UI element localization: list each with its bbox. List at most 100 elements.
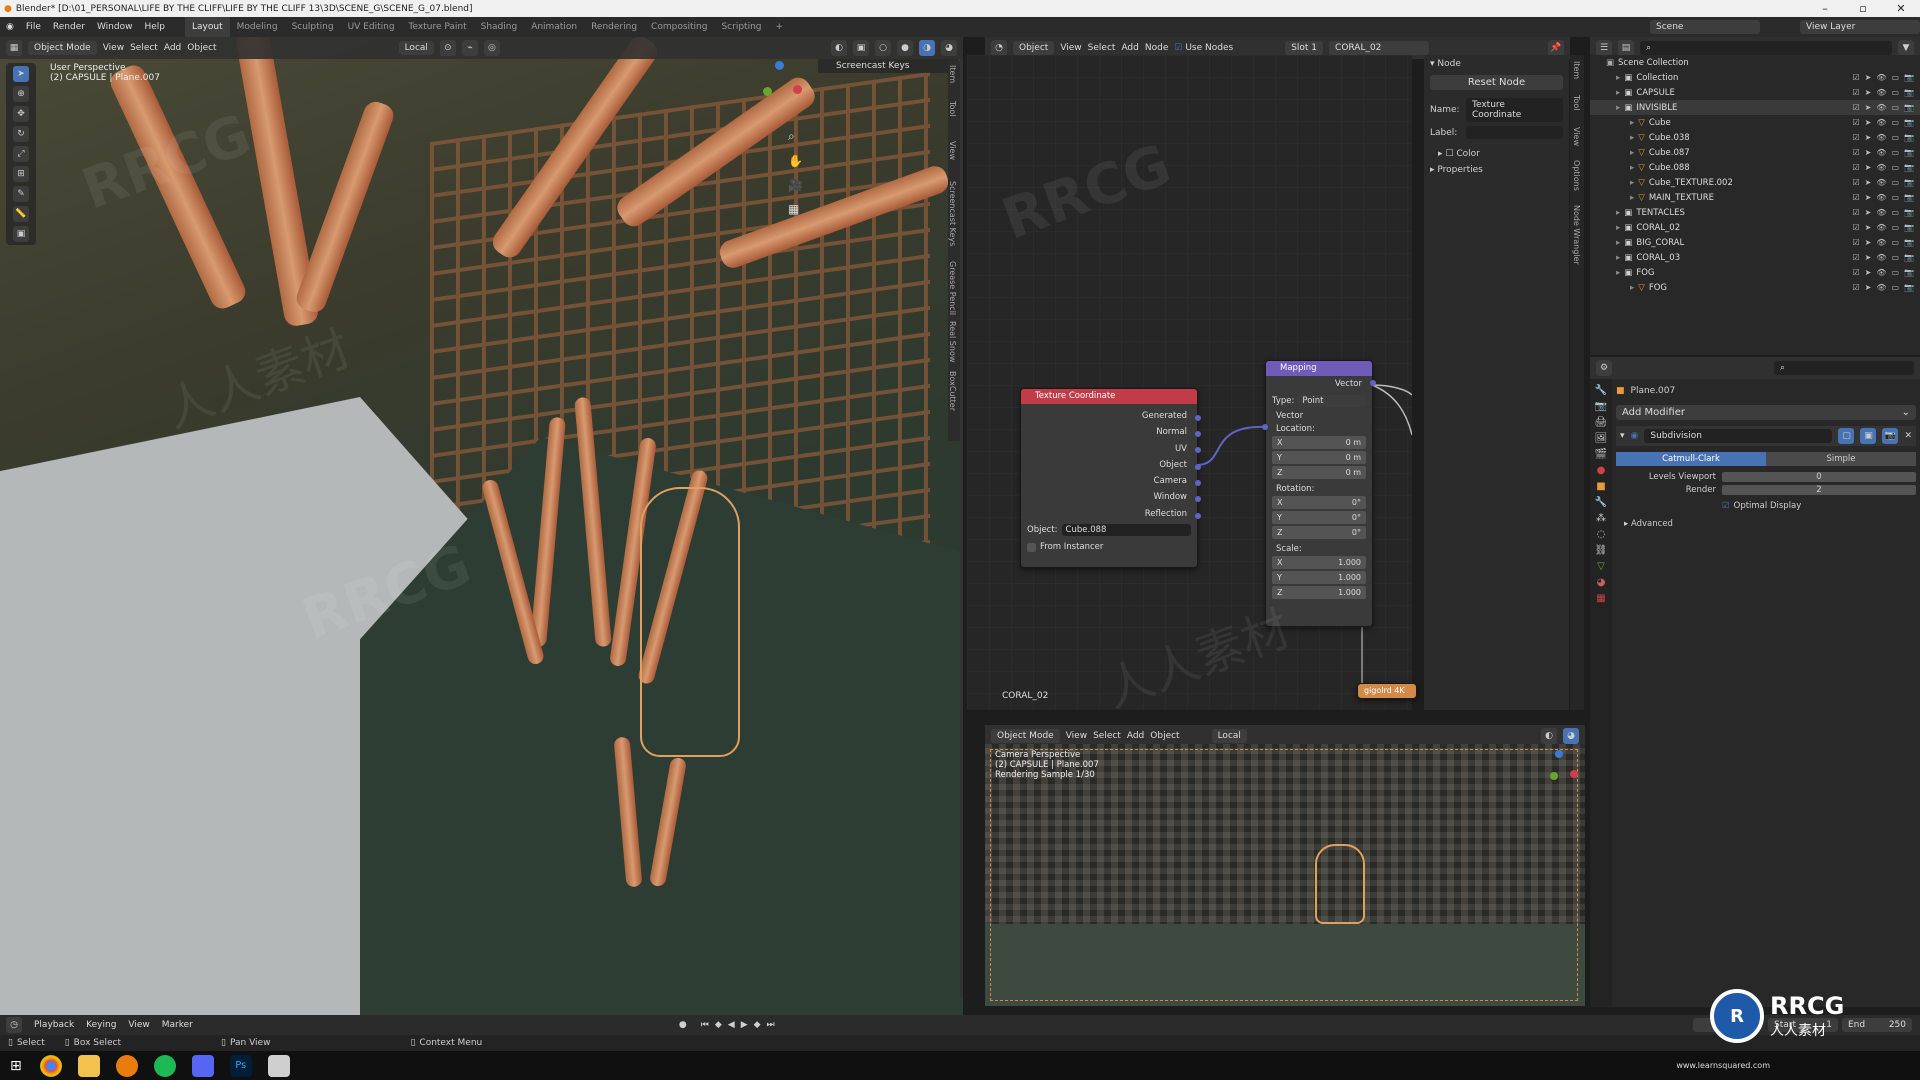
outliner-item[interactable]: ▸ ▽ Cube_TEXTURE.002 ☑ ➤ 👁 ▭ 📷 <box>1590 175 1920 190</box>
next-key-icon[interactable]: ◆ <box>754 1020 761 1030</box>
select-arrow-icon[interactable]: ➤ <box>1865 208 1872 217</box>
socket[interactable] <box>1370 380 1376 386</box>
jump-end-icon[interactable]: ⏭ <box>767 1020 775 1030</box>
outliner-item[interactable]: ▸ ▽ Cube.088 ☑ ➤ 👁 ▭ 📷 <box>1590 160 1920 175</box>
texture-coordinate-node[interactable]: Texture Coordinate Generated Normal UV O… <box>1020 388 1201 568</box>
world-tab-icon[interactable]: ● <box>1597 465 1606 476</box>
physics-tab-icon[interactable]: ◌ <box>1597 529 1606 540</box>
node-tab-options[interactable]: Options <box>1572 160 1581 191</box>
particles-tab-icon[interactable]: ⁂ <box>1596 513 1606 524</box>
minimize-button[interactable]: – <box>1806 2 1844 15</box>
camera-viewport[interactable]: Camera Perspective (2) CAPSULE | Plane.0… <box>985 744 1585 1006</box>
eye-icon[interactable]: 👁 <box>1876 103 1886 112</box>
advanced-subpanel[interactable]: ▸ Advanced <box>1616 519 1916 529</box>
node-tab-item[interactable]: Item <box>1572 61 1581 79</box>
scene-selector[interactable]: Scene <box>1650 20 1760 34</box>
pan-hand-icon[interactable]: ✋ <box>788 154 803 168</box>
x-axis-icon[interactable] <box>793 85 802 94</box>
node-name-field[interactable]: Texture Coordinate <box>1466 98 1563 122</box>
viewport-3d[interactable]: User Perspective (2) CAPSULE | Plane.007… <box>0 37 963 1015</box>
exclude-checkbox-icon[interactable]: ☑ <box>1852 163 1859 172</box>
play-icon[interactable]: ▶ <box>741 1020 748 1030</box>
socket[interactable] <box>1195 480 1201 486</box>
windows-start-icon[interactable]: ⊞ <box>10 1058 22 1074</box>
select-arrow-icon[interactable]: ➤ <box>1865 133 1872 142</box>
exclude-checkbox-icon[interactable]: ☑ <box>1852 73 1859 82</box>
camera-render-icon[interactable]: 📷 <box>1904 178 1914 187</box>
y-axis-icon[interactable] <box>763 87 772 96</box>
outliner-type-icon[interactable]: ☰ <box>1596 40 1612 56</box>
screencast-keys-panel[interactable]: Screencast Keys <box>818 59 958 73</box>
select-arrow-icon[interactable]: ➤ <box>1865 253 1872 262</box>
tab-item[interactable]: Item <box>948 65 957 83</box>
modifier-tab-icon[interactable]: 🔧 <box>1595 497 1607 508</box>
preview-range-icon[interactable]: ◷ <box>1754 1020 1762 1030</box>
monitor-icon[interactable]: ▭ <box>1891 208 1899 217</box>
menu-help[interactable]: Help <box>138 22 171 32</box>
rendered-shading-icon[interactable]: ◕ <box>941 40 957 56</box>
eye-icon[interactable]: 👁 <box>1876 253 1886 262</box>
render-toggle-icon[interactable]: 📷 <box>1882 428 1899 444</box>
outliner-item[interactable]: ▸ ▽ Cube.038 ☑ ➤ 👁 ▭ 📷 <box>1590 130 1920 145</box>
eye-icon[interactable]: 👁 <box>1876 193 1886 202</box>
exclude-checkbox-icon[interactable]: ☑ <box>1852 88 1859 97</box>
expand-arrow-icon[interactable]: ▸ <box>1616 208 1620 218</box>
eye-icon[interactable]: 👁 <box>1876 148 1886 157</box>
location-x-field[interactable]: X0 m <box>1272 436 1366 449</box>
outliner-item[interactable]: ▸ ▽ Cube ☑ ➤ 👁 ▭ 📷 <box>1590 115 1920 130</box>
exclude-checkbox-icon[interactable]: ☑ <box>1852 283 1859 292</box>
exclude-checkbox-icon[interactable]: ☑ <box>1852 118 1859 127</box>
viewport-menu-object[interactable]: Object <box>187 43 216 53</box>
camera-render-icon[interactable]: 📷 <box>1904 238 1914 247</box>
object-name[interactable]: Plane.007 <box>1631 386 1676 396</box>
camera-mode-selector[interactable]: Object Mode <box>991 729 1060 743</box>
add-cube-tool-icon[interactable]: ▣ <box>13 226 29 242</box>
camera-orientation-selector[interactable]: Local <box>1211 729 1247 743</box>
modifier-name-field[interactable]: Subdivision <box>1644 429 1833 443</box>
scene-tab-icon[interactable]: 🎬 <box>1595 449 1607 460</box>
add-modifier-button[interactable]: Add Modifier ⌄ <box>1616 405 1916 420</box>
tool-tab-icon[interactable]: 🔧 <box>1595 385 1607 396</box>
outliner-item[interactable]: ▸ ▣ INVISIBLE ☑ ➤ 👁 ▭ 📷 <box>1590 100 1920 115</box>
select-tool-icon[interactable]: ➤ <box>13 66 29 82</box>
node-menu-select[interactable]: Select <box>1088 43 1116 53</box>
rotate-tool-icon[interactable]: ↻ <box>13 126 29 142</box>
solid-shading-icon[interactable]: ● <box>897 40 913 56</box>
render-levels-field[interactable]: 2 <box>1722 485 1916 495</box>
scale-y-field[interactable]: Y 1.000 <box>1272 571 1366 584</box>
expand-arrow-icon[interactable]: ▸ <box>1616 268 1620 278</box>
chrome-icon[interactable] <box>39 1054 62 1077</box>
tab-tool[interactable]: Tool <box>948 101 957 117</box>
select-arrow-icon[interactable]: ➤ <box>1865 283 1872 292</box>
output-tab-icon[interactable]: 🖨 <box>1595 417 1608 428</box>
expand-arrow-icon[interactable]: ▸ <box>1630 193 1634 203</box>
expand-arrow-icon[interactable]: ▸ <box>1630 163 1634 173</box>
image-texture-node[interactable]: gigolrd 4K <box>1357 683 1417 699</box>
properties-type-icon[interactable]: ⚙ <box>1596 360 1612 376</box>
select-arrow-icon[interactable]: ➤ <box>1865 238 1872 247</box>
edit-mode-toggle-icon[interactable]: ▢ <box>1838 428 1855 444</box>
orientation-selector[interactable]: Local <box>398 41 434 55</box>
node-editor-canvas[interactable]: Texture Coordinate Generated Normal UV O… <box>967 55 1417 710</box>
transform-tool-icon[interactable]: ⊞ <box>13 166 29 182</box>
wireframe-shading-icon[interactable]: ○ <box>875 40 891 56</box>
camera-menu-view[interactable]: View <box>1066 731 1087 741</box>
location-y-field[interactable]: Y0 m <box>1272 451 1366 464</box>
tab-uv-editing[interactable]: UV Editing <box>341 17 402 37</box>
outliner-search-input[interactable]: ⌕ <box>1640 41 1892 55</box>
simple-button[interactable]: Simple <box>1766 452 1916 466</box>
viewport-menu-add[interactable]: Add <box>164 43 181 53</box>
outliner-item[interactable]: ▸ ▣ FOG ☑ ➤ 👁 ▭ 📷 <box>1590 265 1920 280</box>
monitor-icon[interactable]: ▭ <box>1891 163 1899 172</box>
outliner-item[interactable]: ▸ ▣ Collection ☑ ➤ 👁 ▭ 📷 <box>1590 70 1920 85</box>
select-arrow-icon[interactable]: ➤ <box>1865 163 1872 172</box>
exclude-checkbox-icon[interactable]: ☑ <box>1852 253 1859 262</box>
outliner-item[interactable]: ▸ ▽ MAIN_TEXTURE ☑ ➤ 👁 ▭ 📷 <box>1590 190 1920 205</box>
eye-icon[interactable]: 👁 <box>1876 223 1886 232</box>
tab-screencast[interactable]: Screencast Keys <box>948 181 957 246</box>
node-label-field[interactable] <box>1466 126 1563 139</box>
start-frame-field[interactable]: Start 1 <box>1768 1018 1838 1032</box>
eye-icon[interactable]: 👁 <box>1876 238 1886 247</box>
xray-icon[interactable]: ▣ <box>853 40 869 56</box>
camera-render-icon[interactable]: 📷 <box>1904 283 1914 292</box>
